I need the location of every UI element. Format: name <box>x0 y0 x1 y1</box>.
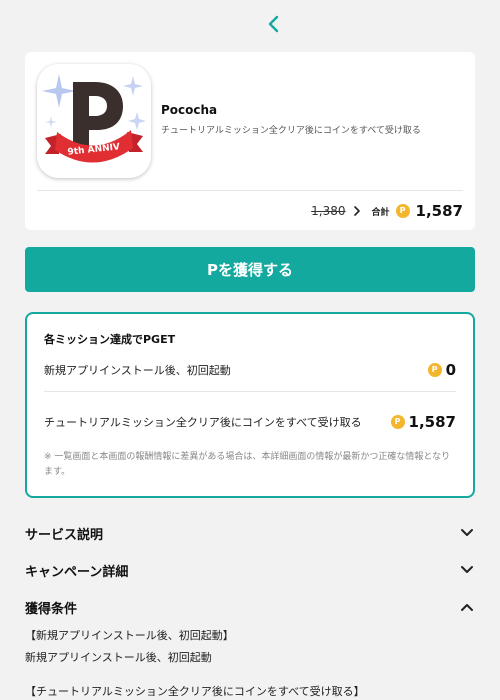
section-campaign-details[interactable]: キャンペーン詳細 <box>25 558 475 582</box>
section-acquisition-conditions[interactable]: 獲得条件 <box>25 595 475 619</box>
section-title: 獲得条件 <box>25 601 78 617</box>
mission-reward-value: 1,587 <box>408 413 456 431</box>
app-card: 9th ANNIV Pococha チュートリアルミッション全クリア後にコインを… <box>25 52 475 230</box>
mission-reward: P 1,587 <box>390 413 456 431</box>
condition-heading: 【新規アプリインストール後、初回起動】 <box>25 629 234 642</box>
total-label: 合計 <box>371 207 390 218</box>
section-service-description[interactable]: サービス説明 <box>25 521 475 545</box>
mission-reward-value: 0 <box>445 361 456 379</box>
coin-icon: P <box>427 363 442 377</box>
missions-panel: 各ミッション達成でPGET 新規アプリインストール後、初回起動 P 0 チュート… <box>25 312 475 498</box>
chevron-up-icon <box>459 599 475 615</box>
total-value: 1,587 <box>415 202 463 220</box>
missions-note: ※ 一覧画面と本画面の報酬情報に差異がある場合は、本詳細画面の情報が最新かつ正確… <box>44 452 451 477</box>
get-points-button[interactable]: Pを獲得する <box>25 247 475 292</box>
divider <box>37 190 463 191</box>
mission-row: チュートリアルミッション全クリア後にコインをすべて受け取る P 1,587 <box>44 402 456 442</box>
chevron-right-icon <box>353 206 360 216</box>
mission-label: チュートリアルミッション全クリア後にコインをすべて受け取る <box>44 415 362 429</box>
mission-label: 新規アプリインストール後、初回起動 <box>44 364 231 377</box>
old-price: 1,380 <box>311 204 346 218</box>
condition-heading: 【チュートリアルミッション全クリア後にコインをすべて受け取る】 <box>25 685 365 698</box>
chevron-left-icon <box>268 15 279 33</box>
chevron-down-icon <box>459 562 475 578</box>
app-description: チュートリアルミッション全クリア後にコインをすべて受け取る <box>161 126 421 136</box>
condition-text: 新規アプリインストール後、初回起動 <box>25 651 212 664</box>
missions-title: 各ミッション達成でPGET <box>44 333 176 346</box>
mission-row: 新規アプリインストール後、初回起動 P 0 <box>44 360 456 380</box>
price-row: 1,380 合計 P 1,587 <box>311 200 463 222</box>
coin-icon: P <box>395 204 410 218</box>
app-icon[interactable]: 9th ANNIV <box>37 64 151 178</box>
mission-reward: P 0 <box>427 361 456 379</box>
back-button[interactable] <box>262 12 286 36</box>
divider <box>44 391 456 392</box>
chevron-down-icon <box>459 525 475 541</box>
section-title: サービス説明 <box>25 527 104 543</box>
section-title: キャンペーン詳細 <box>25 564 129 580</box>
coin-icon: P <box>390 415 405 429</box>
pococha-logo-icon: 9th ANNIV <box>37 64 151 178</box>
app-name: Pococha <box>161 103 218 117</box>
